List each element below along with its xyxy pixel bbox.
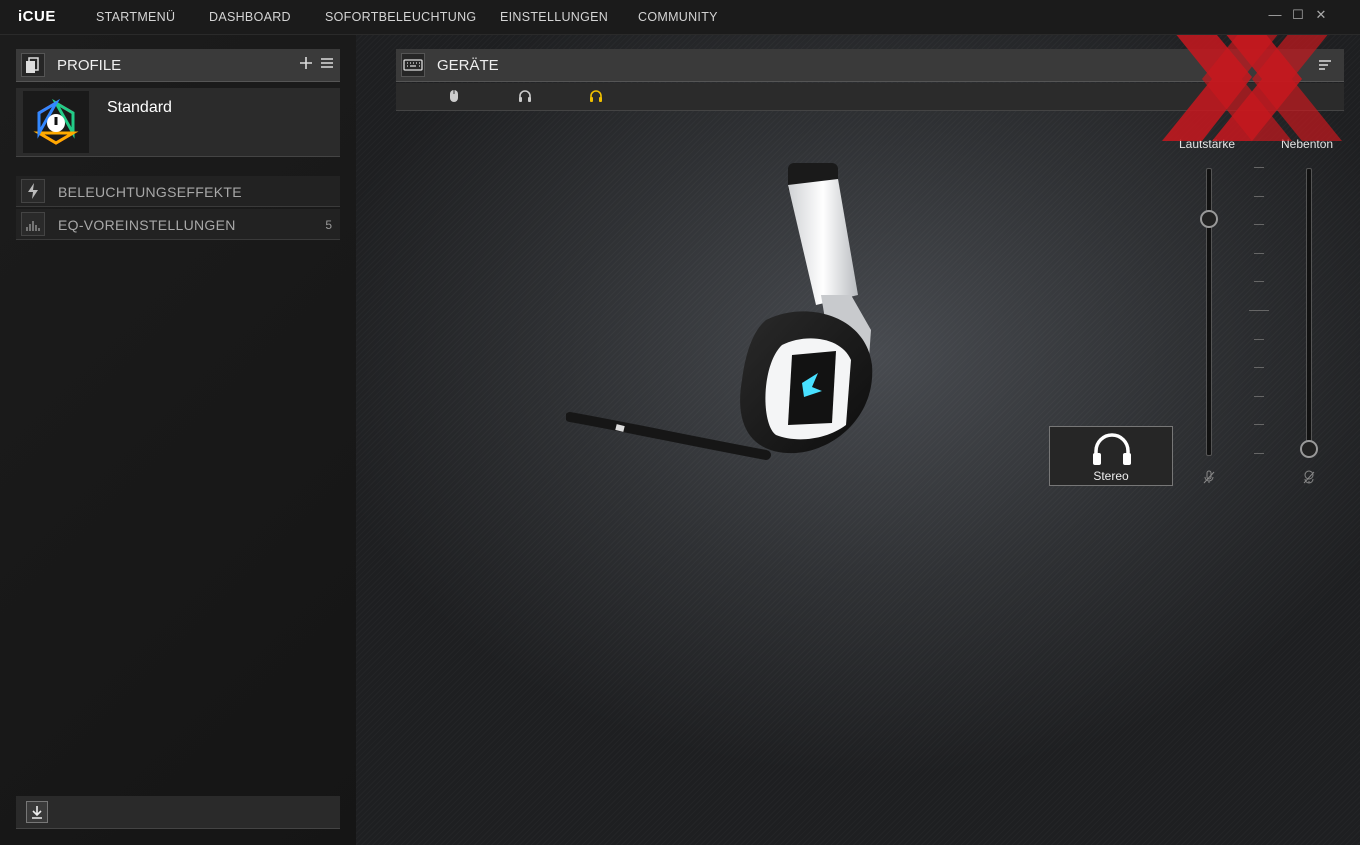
tick-mark	[1254, 338, 1264, 340]
headset-image	[565, 155, 906, 465]
nav-dashboard[interactable]: DASHBOARD	[209, 10, 291, 24]
title-bar: iCUE STARTMENÜ DASHBOARD SOFORTBELEUCHTU…	[0, 0, 1360, 35]
devices-title: GERÄTE	[437, 57, 499, 74]
microphone-muted-icon	[1301, 469, 1317, 485]
bottom-toolbar	[16, 796, 340, 829]
tick-mark	[1254, 453, 1264, 454]
section-lighting-effects[interactable]: BELEUCHTUNGSEFFEKTE	[16, 176, 340, 207]
section-label: EQ-VOREINSTELLUNGEN	[58, 217, 236, 233]
tick-mark	[1254, 395, 1264, 397]
watermark-logo	[1162, 35, 1342, 141]
headphones-icon	[1088, 431, 1136, 467]
volume-slider-knob[interactable]	[1200, 209, 1218, 228]
profile-item[interactable]: Standard	[16, 88, 340, 157]
maximize-button[interactable]: ☐	[1291, 8, 1305, 22]
profiles-title: PROFILE	[57, 57, 122, 74]
close-button[interactable]: ✕	[1314, 8, 1328, 22]
tick-mark	[1254, 224, 1264, 226]
app-logo: iCUE	[18, 8, 56, 25]
tick-mark	[1254, 195, 1264, 197]
section-count: 5	[325, 218, 332, 232]
stereo-label: Stereo	[1093, 469, 1129, 483]
lightning-icon	[21, 179, 45, 203]
plus-icon[interactable]	[297, 54, 315, 72]
sidetone-slider-track[interactable]	[1306, 168, 1312, 456]
mouse-icon[interactable]	[446, 88, 462, 104]
keyboard-icon	[401, 53, 425, 77]
profiles-header: PROFILE	[16, 49, 340, 82]
nav-settings[interactable]: EINSTELLUNGEN	[500, 10, 608, 24]
section-eq-presets[interactable]: EQ-VOREINSTELLUNGEN 5	[16, 209, 340, 240]
minimize-button[interactable]: —	[1268, 8, 1282, 22]
tick-mark	[1254, 367, 1264, 369]
section-label: BELEUCHTUNGSEFFEKTE	[58, 184, 242, 200]
nav-startmenu[interactable]: STARTMENÜ	[96, 10, 175, 24]
nav-community[interactable]: COMMUNITY	[638, 10, 718, 24]
tick-mark	[1249, 310, 1269, 311]
tick-mark	[1254, 424, 1264, 426]
profiles-icon	[21, 53, 45, 77]
sidetone-slider-knob[interactable]	[1300, 440, 1318, 458]
microphone-icon	[1201, 469, 1217, 485]
headset-active-icon[interactable]	[588, 88, 604, 104]
profile-name: Standard	[107, 99, 172, 116]
hamburger-icon[interactable]	[318, 54, 336, 72]
headset-icon[interactable]	[517, 88, 533, 104]
tick-mark	[1254, 252, 1264, 254]
tick-mark	[1254, 167, 1264, 168]
icue-logo-icon	[23, 91, 89, 153]
nav-instant-lighting[interactable]: SOFORTBELEUCHTUNG	[325, 10, 476, 24]
stereo-button[interactable]: Stereo	[1049, 426, 1173, 486]
main-area: GERÄTE Stereo Lautstärke Nebenton	[356, 35, 1360, 845]
equalizer-icon	[21, 212, 45, 236]
download-icon[interactable]	[26, 801, 48, 823]
tick-mark	[1254, 281, 1264, 283]
